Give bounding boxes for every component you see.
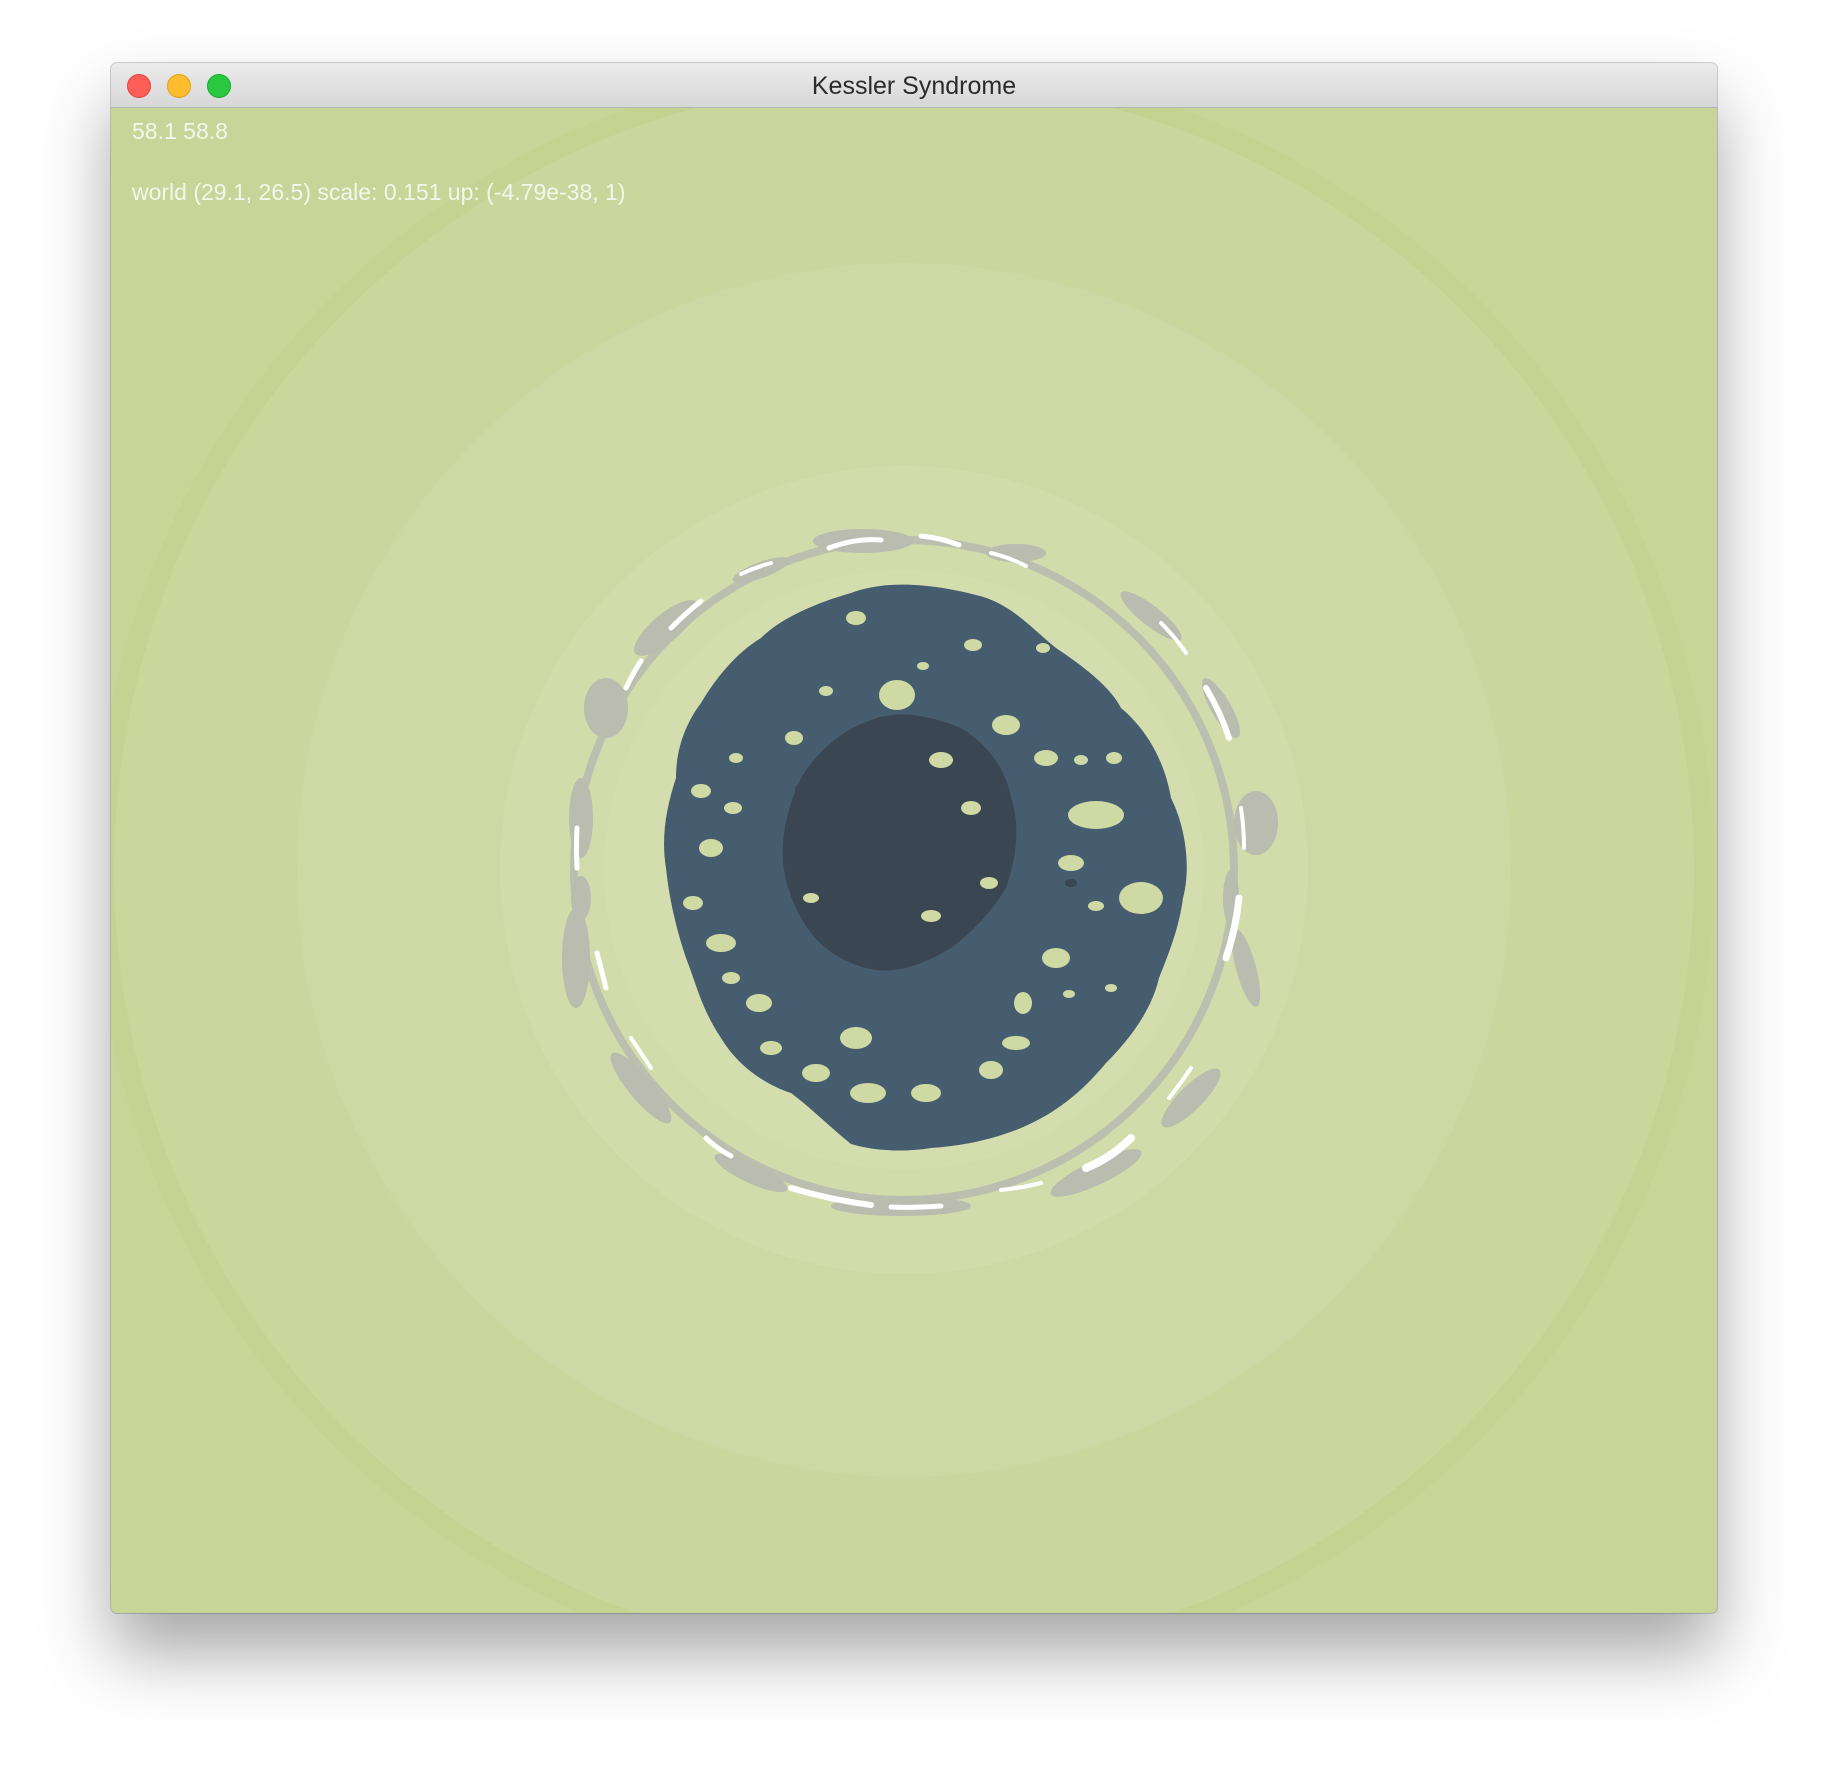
window-title: Kessler Syndrome <box>811 72 1017 100</box>
game-viewport[interactable]: 58.1 58.8 world (29.1, 26.5) scale: 0.15… <box>111 108 1717 1613</box>
fps-readout: 58.1 58.8 <box>132 118 228 144</box>
world-readout: world (29.1, 26.5) scale: 0.151 up: (-4.… <box>132 179 626 205</box>
title-bar[interactable]: Kessler Syndrome <box>111 63 1717 108</box>
app-window: Kessler Syndrome 58.1 58.8 world (29.1, … <box>111 63 1717 1613</box>
game-scene[interactable] <box>111 108 1717 1613</box>
